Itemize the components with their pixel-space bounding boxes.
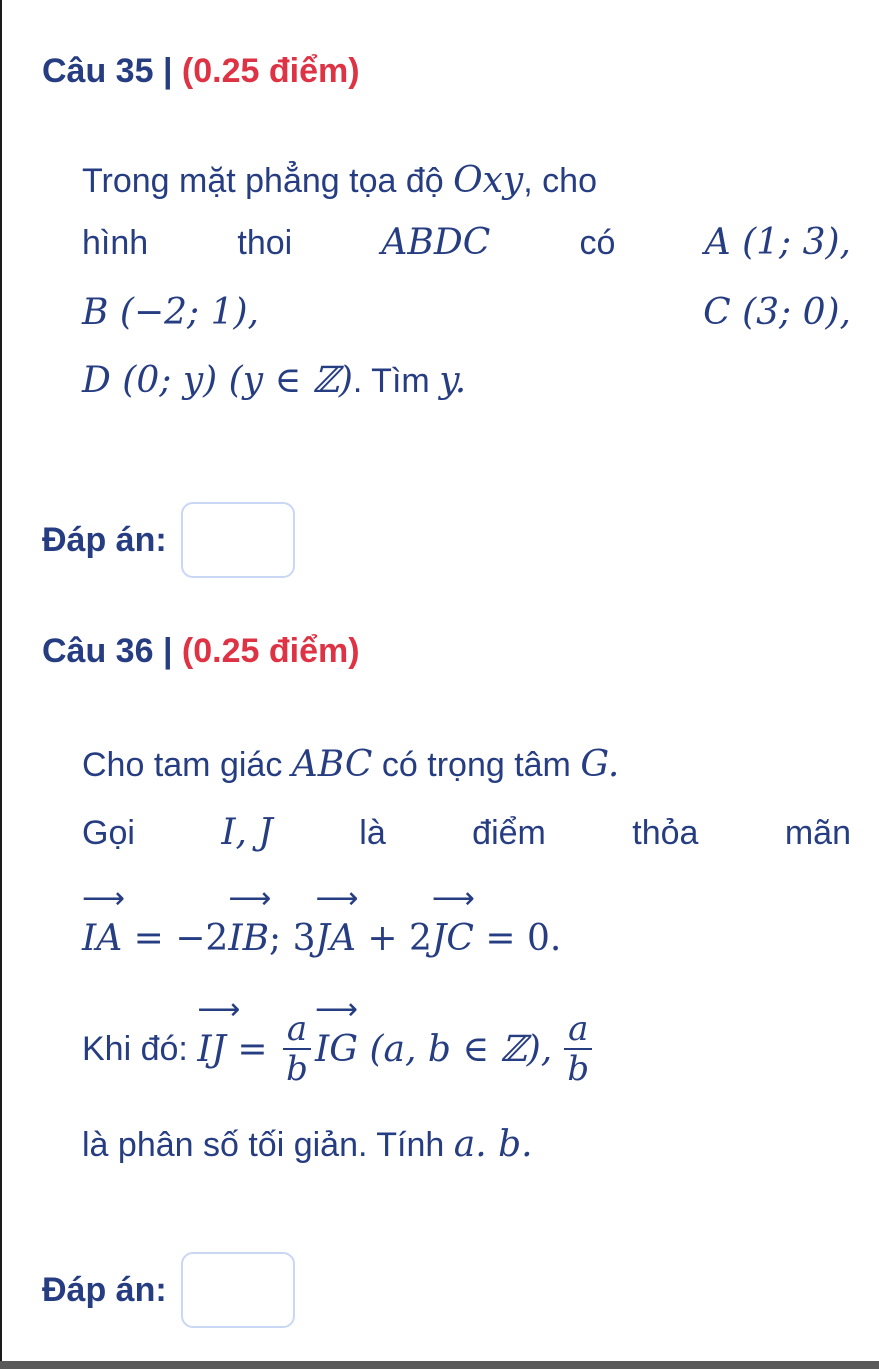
vector-ia: ⟶ IA: [82, 881, 126, 960]
q35-line-3: B (−2; 1), C (3; 0),: [82, 292, 851, 333]
q35-line-4: D (0; y) (y ∈ ℤ). Tìm y.: [82, 360, 467, 401]
vector-jc: ⟶ JC: [431, 881, 475, 960]
answer-input[interactable]: [180, 502, 295, 578]
q36-line-4: Khi đó: ⟶ IJ = a b ⟶ IG (a, b ∈ ℤ), a b: [82, 991, 851, 1088]
arrow-icon: ⟶: [228, 881, 272, 916]
vector-ig: ⟶ IG: [315, 991, 359, 1070]
q36-line-1: Cho tam giác ABC có trọng tâm G.: [82, 744, 620, 785]
question-number: Câu 36 |: [42, 632, 173, 670]
question-35-title: Câu 35 | (0.25 điểm): [42, 52, 360, 91]
q36-line-5: là phân số tối giản. Tính a. b.: [82, 1124, 533, 1165]
bottom-bar: [0, 1361, 879, 1369]
arrow-icon: ⟶: [315, 881, 359, 916]
math-y: y.: [439, 360, 467, 401]
fraction-a-over-b: a b: [283, 1010, 312, 1088]
math-point-c: C (3; 0),: [703, 292, 851, 333]
arrow-icon: ⟶: [431, 881, 475, 916]
q35-line-1: Trong mặt phẳng tọa độ Oxy, cho: [82, 160, 597, 201]
math-abdc: ABDC: [381, 222, 491, 263]
page-left-border: [0, 0, 2, 1369]
answer-input[interactable]: [180, 1252, 295, 1328]
vector-ja: ⟶ JA: [315, 881, 359, 960]
arrow-icon: ⟶: [315, 991, 359, 1027]
math-point-a: A (1; 3),: [704, 222, 851, 263]
math-abc: ABC: [291, 744, 373, 785]
arrow-icon: ⟶: [197, 991, 241, 1027]
vector-ib: ⟶ IB: [228, 881, 272, 960]
math-point-b: B (−2; 1),: [82, 292, 259, 333]
question-points: (0.25 điểm): [181, 52, 360, 90]
math-point-d: D (0; y) (y ∈ ℤ): [82, 360, 353, 401]
q36-line-2: Gọi I, J là điểm thỏa mãn: [82, 812, 851, 853]
q36-answer: Đáp án:: [42, 1252, 295, 1328]
question-points: (0.25 điểm): [181, 632, 360, 670]
math-condition: (a, b ∈ ℤ),: [358, 1028, 553, 1070]
math-ab: a. b.: [453, 1124, 533, 1165]
vector-ij: ⟶ IJ: [197, 991, 241, 1070]
q36-vector-equation: ⟶ IA = −2 ⟶ IB; 3 ⟶ JA + 2 ⟶ JC = 0.: [82, 881, 562, 960]
answer-label: Đáp án:: [42, 520, 167, 559]
math-ij: I, J: [221, 812, 273, 853]
math-oxy: Oxy: [453, 160, 524, 201]
q35-line-2: hình thoi ABDC có A (1; 3),: [82, 222, 851, 263]
answer-label: Đáp án:: [42, 1270, 167, 1309]
question-number: Câu 35 |: [42, 52, 173, 90]
arrow-icon: ⟶: [82, 881, 126, 916]
math-g: G.: [580, 744, 620, 785]
question-36-title: Câu 36 | (0.25 điểm): [42, 632, 360, 671]
fraction-a-over-b: a b: [564, 1010, 593, 1088]
q35-answer: Đáp án:: [42, 502, 295, 578]
